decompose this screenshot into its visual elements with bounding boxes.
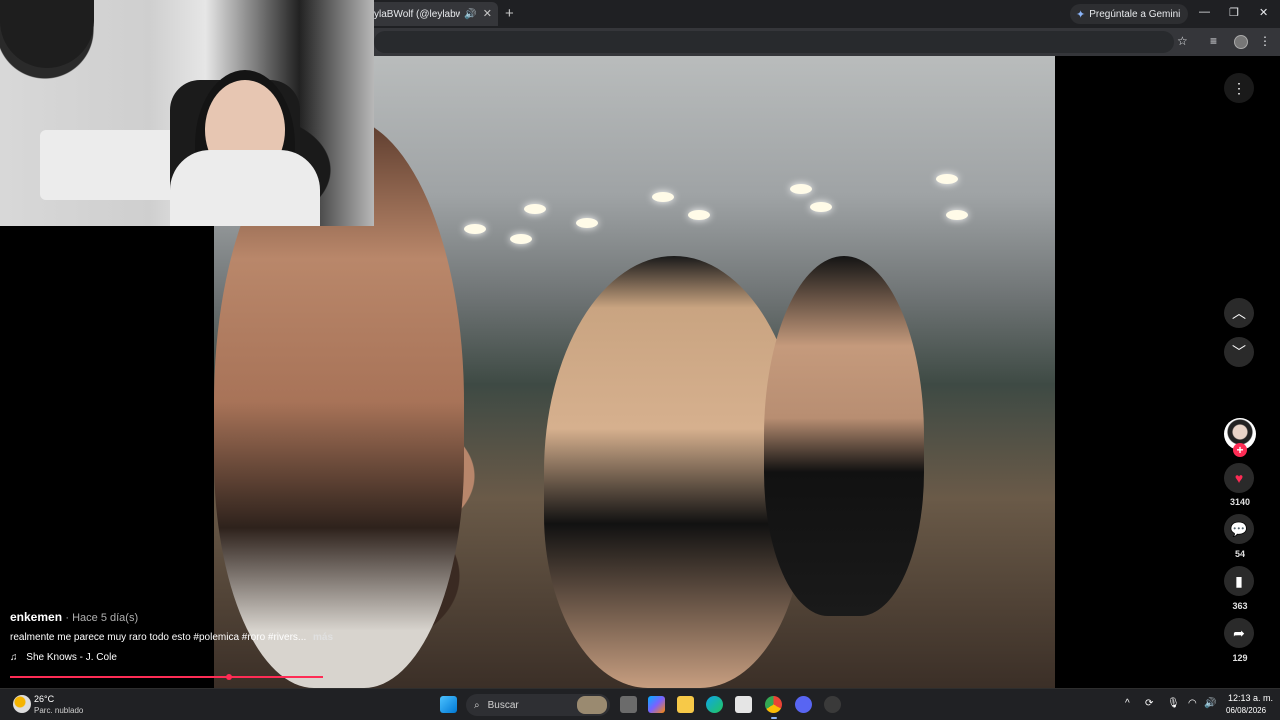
clock-date[interactable]: 06/08/2026	[1226, 706, 1266, 715]
posted-time: · Hace 5 día(s)	[65, 612, 139, 624]
caption-text: realmente me parece muy raro todo esto #…	[10, 632, 307, 643]
task-view-icon[interactable]	[620, 696, 637, 713]
taskbar-search[interactable]: ⌕ Buscar	[466, 694, 610, 716]
video-progress-bar[interactable]	[10, 676, 323, 678]
app-icon[interactable]	[824, 696, 841, 713]
scene-light	[810, 202, 832, 212]
scene-light	[790, 184, 812, 194]
browser-tab[interactable]: ylaBWolf (@leylabwolf) | 🔊 ✕	[362, 2, 498, 26]
author-name[interactable]: enkemen	[10, 610, 62, 624]
speaker-icon[interactable]: 🔊	[464, 9, 476, 20]
gemini-spark-icon: ✦	[1076, 8, 1086, 21]
media-controls-icon[interactable]: ≡	[1210, 34, 1217, 48]
follow-button[interactable]: +	[1233, 443, 1247, 457]
maximize-button[interactable]: ❐	[1229, 6, 1239, 19]
scene-light	[936, 174, 958, 184]
microphone-icon[interactable]: 🎙	[1167, 698, 1180, 709]
gemini-button[interactable]: ✦ Pregúntale a Gemini	[1070, 4, 1189, 24]
tab-title: ylaBWolf (@leylabwolf) |	[374, 8, 460, 20]
wifi-icon[interactable]: ◠	[1188, 698, 1197, 709]
browser-menu-icon[interactable]: ⋮	[1259, 34, 1271, 48]
like-heart-icon[interactable]: ♥	[1224, 463, 1254, 493]
like-count: 3140	[1229, 497, 1251, 507]
store-icon[interactable]	[735, 696, 752, 713]
tray-overflow-icon[interactable]: ^	[1125, 698, 1130, 709]
scene-bed	[40, 130, 190, 200]
edge-browser-icon[interactable]	[706, 696, 723, 713]
search-highlight-image	[577, 696, 607, 714]
copilot-icon[interactable]	[648, 696, 665, 713]
address-bar[interactable]	[374, 31, 1174, 53]
tray-sync-icon[interactable]: ⟳	[1145, 698, 1153, 709]
previous-video-button[interactable]: ︿	[1224, 298, 1254, 328]
discord-icon[interactable]	[795, 696, 812, 713]
scene-light	[946, 210, 968, 220]
next-video-button[interactable]: ﹀	[1224, 337, 1254, 367]
scene-fan	[0, 0, 94, 68]
comment-count: 54	[1234, 549, 1245, 559]
file-explorer-icon[interactable]	[677, 696, 694, 713]
minimize-button[interactable]: —	[1199, 6, 1210, 18]
webcam-overlay	[0, 0, 374, 226]
chrome-icon[interactable]	[765, 696, 782, 713]
gemini-label: Pregúntale a Gemini	[1089, 8, 1181, 20]
profile-avatar[interactable]	[1234, 35, 1248, 49]
clock-time[interactable]: 12:13 a. m.	[1228, 693, 1273, 703]
scene-person-right	[764, 256, 924, 616]
scene-light	[464, 224, 486, 234]
scene-light	[688, 210, 710, 220]
video-info: enkemen · Hace 5 día(s) realmente me par…	[10, 610, 333, 663]
comment-icon[interactable]: 💬	[1224, 514, 1254, 544]
music-title: She Knows - J. Cole	[26, 652, 117, 663]
scene-shirt	[170, 150, 320, 226]
bookmark-icon[interactable]: ▮	[1224, 566, 1254, 596]
weather-icon[interactable]	[13, 695, 31, 713]
bookmark-star-icon[interactable]: ☆	[1177, 34, 1188, 48]
weather-temperature[interactable]: 26°C	[34, 694, 54, 704]
share-count: 129	[1232, 653, 1248, 663]
weather-condition[interactable]: Parc. nublado	[34, 706, 83, 715]
video-author-line: enkemen · Hace 5 día(s)	[10, 610, 333, 624]
share-arrow-icon[interactable]: ➦	[1224, 618, 1254, 648]
music-note-icon: ♫	[10, 652, 18, 663]
windows-start-icon[interactable]	[440, 696, 457, 713]
scene-light	[576, 218, 598, 228]
more-caption-link[interactable]: más	[313, 632, 333, 643]
close-tab-icon[interactable]: ✕	[483, 7, 492, 20]
scene-light	[510, 234, 532, 244]
volume-icon[interactable]: 🔊	[1204, 698, 1216, 709]
close-window-button[interactable]: ✕	[1259, 6, 1268, 19]
scene-light	[524, 204, 546, 214]
taskbar: 26°C Parc. nublado ⌕ Buscar ^ ⟳ 🎙 ◠ 🔊 12…	[0, 688, 1280, 720]
save-count: 363	[1232, 601, 1248, 611]
more-options-button[interactable]: ⋮	[1224, 73, 1254, 103]
search-placeholder: Buscar	[487, 699, 519, 711]
video-caption: realmente me parece muy raro todo esto #…	[10, 632, 333, 643]
scene-light	[652, 192, 674, 202]
chrome-active-indicator	[771, 717, 777, 719]
search-icon: ⌕	[474, 699, 480, 711]
music-info[interactable]: ♫ She Knows - J. Cole	[10, 652, 333, 663]
new-tab-button[interactable]: +	[505, 5, 514, 22]
